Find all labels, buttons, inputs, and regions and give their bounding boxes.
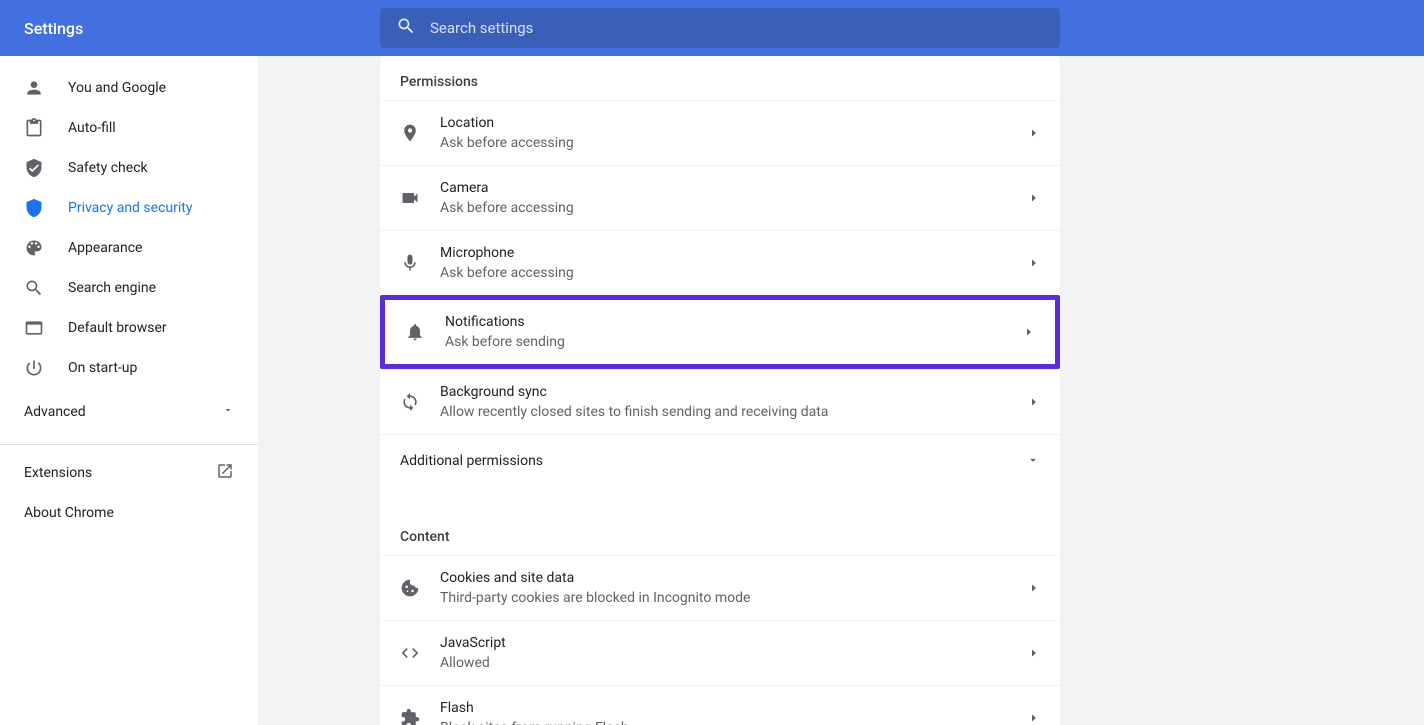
- search-container[interactable]: [380, 8, 1060, 48]
- header-title: Settings: [24, 19, 83, 38]
- microphone-icon: [400, 253, 420, 273]
- row-title: Background sync: [440, 382, 1028, 402]
- row-cookies[interactable]: Cookies and site data Third-party cookie…: [380, 555, 1060, 620]
- chevron-right-icon: [1028, 579, 1040, 598]
- browser-icon: [24, 318, 44, 338]
- row-title: Cookies and site data: [440, 568, 1028, 588]
- row-microphone[interactable]: Microphone Ask before accessing: [380, 230, 1060, 295]
- advanced-label: Advanced: [24, 404, 86, 420]
- palette-icon: [24, 238, 44, 258]
- row-title: Camera: [440, 178, 1028, 198]
- chevron-right-icon: [1028, 254, 1040, 273]
- row-title: JavaScript: [440, 633, 1028, 653]
- sidebar-item-you-and-google[interactable]: You and Google: [0, 68, 258, 108]
- sync-icon: [400, 392, 420, 412]
- row-camera[interactable]: Camera Ask before accessing: [380, 165, 1060, 230]
- chevron-right-icon: [1028, 124, 1040, 143]
- row-subtitle: Block sites from running Flash: [440, 718, 1028, 725]
- search-icon: [24, 278, 44, 298]
- row-subtitle: Third-party cookies are blocked in Incog…: [440, 588, 1028, 608]
- permissions-heading: Permissions: [380, 56, 1060, 100]
- chevron-right-icon: [1023, 323, 1035, 342]
- row-subtitle: Ask before accessing: [440, 133, 1028, 153]
- clipboard-icon: [24, 118, 44, 138]
- row-title: Notifications: [445, 312, 1023, 332]
- divider: [0, 444, 258, 445]
- sidebar-item-label: Privacy and security: [68, 200, 192, 216]
- row-javascript[interactable]: JavaScript Allowed: [380, 620, 1060, 685]
- sidebar-item-default-browser[interactable]: Default browser: [0, 308, 258, 348]
- chevron-right-icon: [1028, 189, 1040, 208]
- sidebar-item-label: Default browser: [68, 320, 167, 336]
- chevron-down-icon: [222, 404, 234, 420]
- row-notifications[interactable]: Notifications Ask before sending: [380, 295, 1060, 369]
- additional-permissions-label: Additional permissions: [400, 451, 1026, 471]
- row-subtitle: Ask before sending: [445, 332, 1023, 352]
- row-subtitle: Ask before accessing: [440, 263, 1028, 283]
- sidebar-item-label: Auto-fill: [68, 120, 116, 136]
- shield-icon: [24, 198, 44, 218]
- power-icon: [24, 358, 44, 378]
- code-icon: [400, 643, 420, 663]
- about-label: About Chrome: [24, 505, 114, 521]
- extensions-label: Extensions: [24, 465, 92, 481]
- content-heading: Content: [380, 511, 1060, 555]
- chevron-right-icon: [1028, 393, 1040, 412]
- sidebar-item-appearance[interactable]: Appearance: [0, 228, 258, 268]
- open-external-icon: [216, 462, 234, 484]
- sidebar-about-chrome[interactable]: About Chrome: [0, 493, 258, 533]
- sidebar-item-label: You and Google: [68, 80, 166, 96]
- sidebar-item-label: Safety check: [68, 160, 148, 176]
- main-content: Permissions Location Ask before accessin…: [258, 56, 1424, 725]
- chevron-down-icon: [1026, 452, 1040, 471]
- app-header: Settings: [0, 0, 1424, 56]
- row-subtitle: Allow recently closed sites to finish se…: [440, 402, 1028, 422]
- row-additional-permissions[interactable]: Additional permissions: [380, 434, 1060, 487]
- bell-icon: [405, 322, 425, 342]
- row-title: Flash: [440, 698, 1028, 718]
- row-subtitle: Allowed: [440, 653, 1028, 673]
- puzzle-icon: [400, 708, 420, 725]
- sidebar: You and Google Auto-fill Safety check Pr…: [0, 56, 258, 725]
- search-input[interactable]: [430, 19, 1044, 37]
- cookie-icon: [400, 578, 420, 598]
- row-background-sync[interactable]: Background sync Allow recently closed si…: [380, 369, 1060, 434]
- shield-check-icon: [24, 158, 44, 178]
- row-location[interactable]: Location Ask before accessing: [380, 100, 1060, 165]
- sidebar-item-search-engine[interactable]: Search engine: [0, 268, 258, 308]
- row-title: Microphone: [440, 243, 1028, 263]
- sidebar-item-on-startup[interactable]: On start-up: [0, 348, 258, 388]
- search-icon: [396, 16, 430, 40]
- row-title: Location: [440, 113, 1028, 133]
- location-icon: [400, 123, 420, 143]
- row-flash[interactable]: Flash Block sites from running Flash: [380, 685, 1060, 725]
- person-icon: [24, 78, 44, 98]
- row-subtitle: Ask before accessing: [440, 198, 1028, 218]
- sidebar-item-autofill[interactable]: Auto-fill: [0, 108, 258, 148]
- sidebar-item-safety-check[interactable]: Safety check: [0, 148, 258, 188]
- sidebar-item-label: Appearance: [68, 240, 142, 256]
- chevron-right-icon: [1028, 644, 1040, 663]
- camera-icon: [400, 188, 420, 208]
- sidebar-extensions[interactable]: Extensions: [0, 453, 258, 493]
- chevron-right-icon: [1028, 709, 1040, 725]
- sidebar-advanced[interactable]: Advanced: [0, 388, 258, 436]
- sidebar-item-label: Search engine: [68, 280, 156, 296]
- settings-panel: Permissions Location Ask before accessin…: [380, 56, 1060, 725]
- sidebar-item-label: On start-up: [68, 360, 137, 376]
- sidebar-item-privacy-security[interactable]: Privacy and security: [0, 188, 258, 228]
